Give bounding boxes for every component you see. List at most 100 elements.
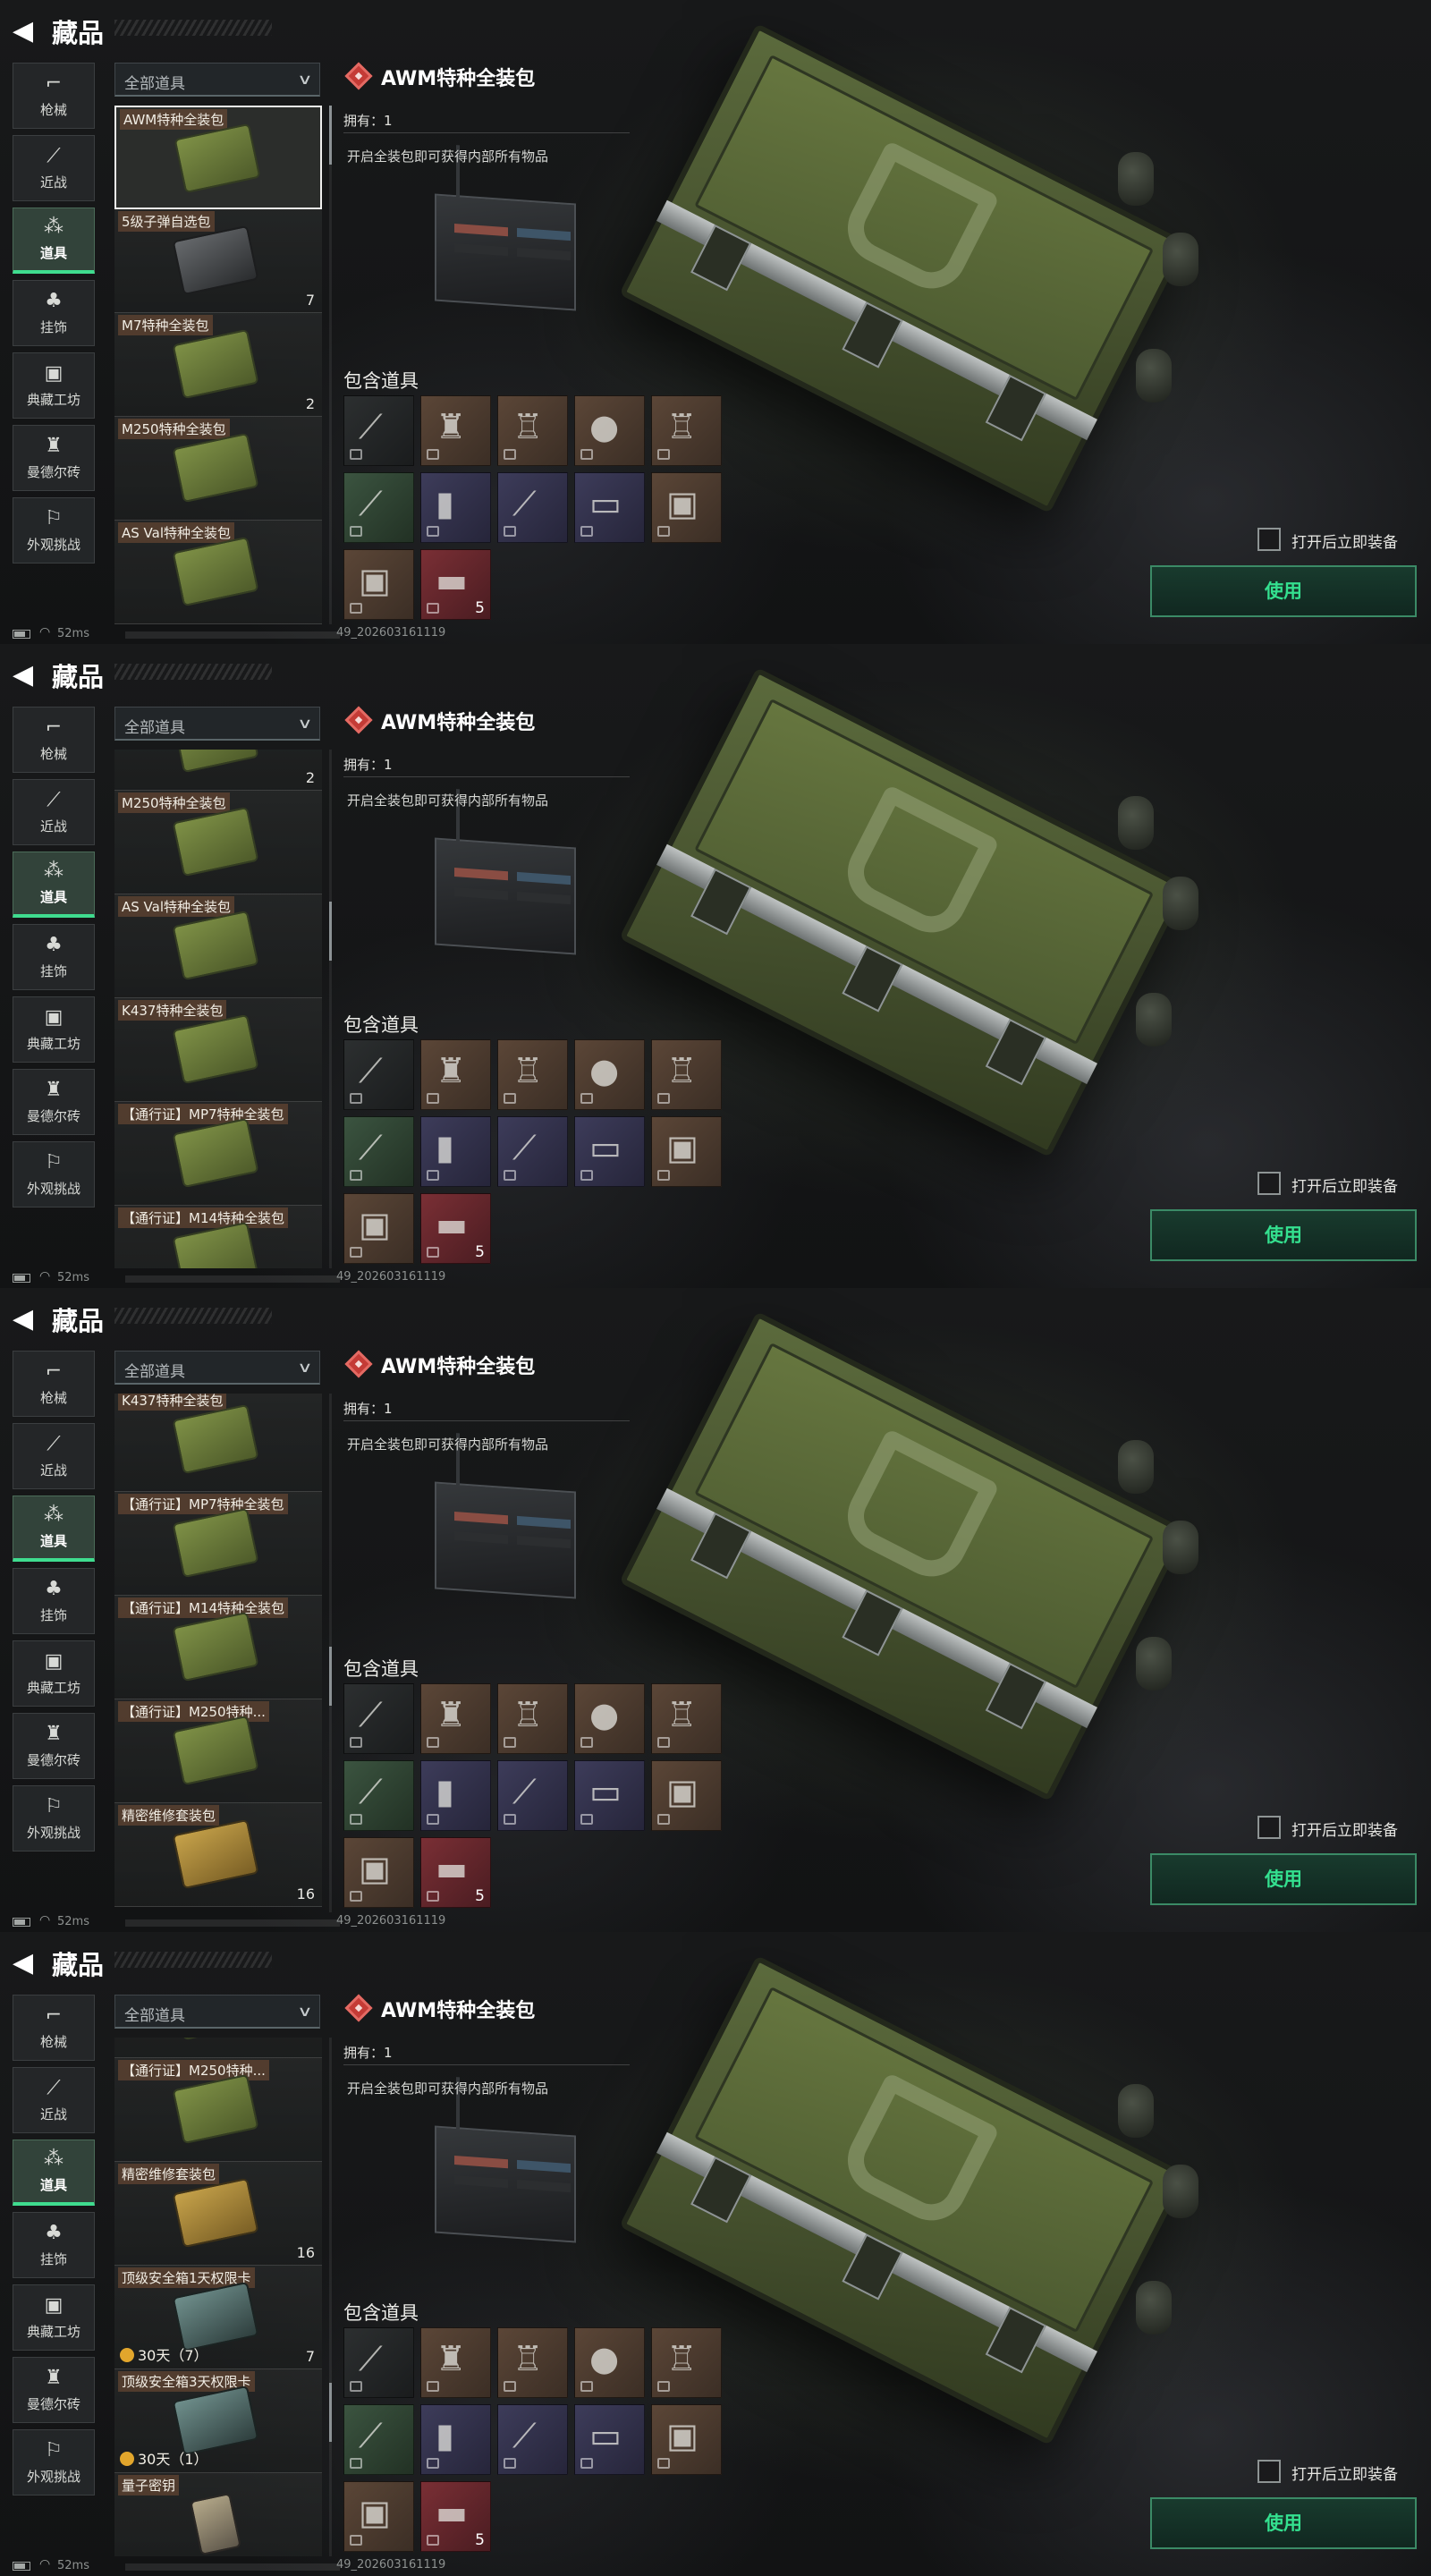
back-button[interactable]: ◀ — [13, 1306, 43, 1333]
content-item-slot[interactable]: ♜ — [420, 1039, 491, 1110]
item-card[interactable]: 顶级安全箱1天权限卡 30天（7） 7 — [114, 2266, 322, 2369]
content-item-slot[interactable]: ▭ — [574, 1116, 645, 1187]
content-item-slot[interactable]: ⟋ — [343, 1683, 414, 1754]
item-card[interactable]: 5级子弹自选包 7 — [114, 209, 322, 313]
content-item-slot[interactable]: ▣ — [343, 1837, 414, 1908]
content-item-slot[interactable]: ▣ — [651, 472, 722, 543]
back-button[interactable]: ◀ — [13, 1950, 43, 1977]
content-item-slot[interactable]: ♜ — [420, 1683, 491, 1754]
list-scrollbar[interactable] — [329, 750, 332, 1268]
nav-item-3[interactable]: ⁂ 道具 — [13, 208, 95, 274]
list-scroll-thumb[interactable] — [329, 1647, 332, 1706]
item-card[interactable]: K437特种全装包 — [114, 998, 322, 1102]
content-item-slot[interactable]: ● — [574, 1039, 645, 1110]
content-item-slot[interactable]: ⟋ — [343, 1760, 414, 1831]
filter-dropdown[interactable]: 全部道具 ∨ — [114, 707, 320, 741]
content-item-slot[interactable]: ▣ — [651, 2404, 722, 2475]
item-card[interactable]: M250特种全装包 — [114, 417, 322, 521]
item-card[interactable]: 量子密钥 — [114, 2473, 322, 2556]
item-card[interactable]: 精密维修套装包 16 — [114, 1803, 322, 1907]
equip-after-open-checkbox[interactable] — [1257, 1172, 1281, 1195]
item-card[interactable] — [114, 2038, 322, 2058]
content-item-slot[interactable]: ▮ — [420, 2404, 491, 2475]
content-item-slot[interactable]: ▣ — [651, 1760, 722, 1831]
use-button[interactable]: 使用 — [1150, 1209, 1417, 1261]
item-card[interactable]: AS Val特种全装包 — [114, 521, 322, 624]
nav-item-4[interactable]: ♣ 挂饰 — [13, 280, 95, 346]
item-card[interactable]: 【通行证】M14特种全装包 — [114, 1596, 322, 1699]
nav-item-4[interactable]: ♣ 挂饰 — [13, 1568, 95, 1634]
content-item-slot[interactable]: ▭ — [574, 472, 645, 543]
content-item-slot[interactable]: ♖ — [497, 1683, 568, 1754]
equip-after-open-checkbox[interactable] — [1257, 1816, 1281, 1839]
nav-item-1[interactable]: ⌐ 枪械 — [13, 63, 95, 129]
content-item-slot[interactable]: ▮ — [420, 1116, 491, 1187]
content-item-slot[interactable]: ♜ — [420, 395, 491, 466]
list-scrollbar[interactable] — [329, 2038, 332, 2556]
list-scroll-thumb[interactable] — [329, 106, 332, 165]
nav-item-4[interactable]: ♣ 挂饰 — [13, 2212, 95, 2278]
content-item-slot[interactable]: ⟋ — [343, 395, 414, 466]
nav-item-6[interactable]: ♜ 曼德尔砖 — [13, 2357, 95, 2423]
content-item-slot[interactable]: ▣ — [343, 2481, 414, 2552]
content-item-slot[interactable]: ▬ 5 — [420, 549, 491, 620]
content-item-slot[interactable]: ▣ — [343, 549, 414, 620]
nav-item-5[interactable]: ▣ 典藏工坊 — [13, 996, 95, 1063]
content-item-slot[interactable]: ▬ 5 — [420, 2481, 491, 2552]
content-item-slot[interactable]: ▭ — [574, 1760, 645, 1831]
content-item-slot[interactable]: ▭ — [574, 2404, 645, 2475]
use-button[interactable]: 使用 — [1150, 1853, 1417, 1905]
nav-item-7[interactable]: ⚐ 外观挑战 — [13, 497, 95, 564]
nav-item-2[interactable]: ⟋ 近战 — [13, 1423, 95, 1489]
nav-item-1[interactable]: ⌐ 枪械 — [13, 707, 95, 773]
content-item-slot[interactable]: ● — [574, 395, 645, 466]
nav-item-2[interactable]: ⟋ 近战 — [13, 779, 95, 845]
content-item-slot[interactable]: ● — [574, 1683, 645, 1754]
item-card[interactable]: AS Val特种全装包 — [114, 894, 322, 998]
nav-item-7[interactable]: ⚐ 外观挑战 — [13, 2429, 95, 2496]
item-card[interactable]: 2 — [114, 750, 322, 791]
item-card[interactable]: 精密维修套装包 16 — [114, 2162, 322, 2266]
filter-dropdown[interactable]: 全部道具 ∨ — [114, 63, 320, 97]
nav-item-2[interactable]: ⟋ 近战 — [13, 135, 95, 201]
content-item-slot[interactable]: ♖ — [651, 1683, 722, 1754]
nav-item-1[interactable]: ⌐ 枪械 — [13, 1995, 95, 2061]
item-card[interactable]: M250特种全装包 — [114, 791, 322, 894]
content-item-slot[interactable]: ⟋ — [343, 1039, 414, 1110]
content-item-slot[interactable]: ♖ — [651, 2327, 722, 2398]
content-item-slot[interactable]: ♖ — [497, 2327, 568, 2398]
nav-item-7[interactable]: ⚐ 外观挑战 — [13, 1141, 95, 1208]
content-item-slot[interactable]: ⟋ — [497, 472, 568, 543]
nav-item-3[interactable]: ⁂ 道具 — [13, 1496, 95, 1562]
item-card[interactable]: 【通行证】M250特种... — [114, 2058, 322, 2162]
content-item-slot[interactable]: ▣ — [343, 1193, 414, 1264]
item-card[interactable]: 【通行证】M14特种全装包 — [114, 1206, 322, 1268]
item-card[interactable]: 【通行证】MP7特种全装包 — [114, 1492, 322, 1596]
content-item-slot[interactable]: ⟋ — [343, 1116, 414, 1187]
item-card[interactable]: K437特种全装包 — [114, 1394, 322, 1492]
content-item-slot[interactable]: ▮ — [420, 472, 491, 543]
back-button[interactable]: ◀ — [13, 18, 43, 45]
nav-item-3[interactable]: ⁂ 道具 — [13, 852, 95, 918]
nav-item-5[interactable]: ▣ 典藏工坊 — [13, 1640, 95, 1707]
item-card[interactable]: AWM特种全装包 — [114, 106, 322, 209]
content-item-slot[interactable]: ♖ — [651, 1039, 722, 1110]
nav-item-6[interactable]: ♜ 曼德尔砖 — [13, 1713, 95, 1779]
content-item-slot[interactable]: ♖ — [651, 395, 722, 466]
content-item-slot[interactable]: ⟋ — [343, 472, 414, 543]
back-button[interactable]: ◀ — [13, 662, 43, 689]
content-item-slot[interactable]: ⟋ — [497, 1760, 568, 1831]
equip-after-open-checkbox[interactable] — [1257, 2460, 1281, 2483]
item-card[interactable]: 顶级安全箱3天权限卡 30天（1） — [114, 2369, 322, 2473]
content-item-slot[interactable]: ♖ — [497, 1039, 568, 1110]
nav-item-7[interactable]: ⚐ 外观挑战 — [13, 1785, 95, 1852]
nav-item-2[interactable]: ⟋ 近战 — [13, 2067, 95, 2133]
list-scrollbar[interactable] — [329, 1394, 332, 1912]
content-item-slot[interactable]: ● — [574, 2327, 645, 2398]
equip-after-open-checkbox[interactable] — [1257, 528, 1281, 551]
nav-item-4[interactable]: ♣ 挂饰 — [13, 924, 95, 990]
content-item-slot[interactable]: ▬ 5 — [420, 1837, 491, 1908]
use-button[interactable]: 使用 — [1150, 2497, 1417, 2549]
list-scroll-thumb[interactable] — [329, 902, 332, 961]
nav-item-6[interactable]: ♜ 曼德尔砖 — [13, 1069, 95, 1135]
